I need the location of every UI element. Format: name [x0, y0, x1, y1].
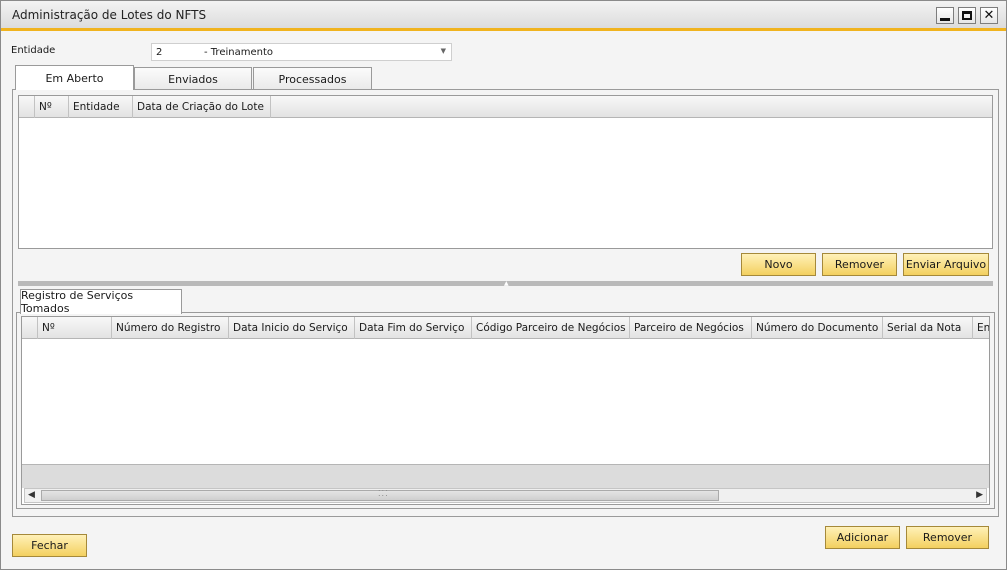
chevron-down-icon[interactable]: ▼: [441, 47, 446, 55]
column-header[interactable]: Serial da Nota: [883, 317, 973, 339]
entity-select[interactable]: 2 - Treinamento ▼: [151, 43, 452, 61]
minimize-icon: [940, 17, 950, 21]
services-grid[interactable]: Nº Número do Registro Data Inicio do Ser…: [21, 316, 990, 505]
close-window-button[interactable]: Fechar: [12, 534, 87, 557]
minimize-button[interactable]: [936, 7, 954, 24]
column-header[interactable]: Entidade: [69, 96, 133, 118]
scroll-left-icon[interactable]: ◀: [28, 490, 35, 500]
title-bar[interactable]: Administração de Lotes do NFTS ✕: [1, 1, 1006, 31]
tab-label: Registro de Serviços Tomados: [21, 289, 134, 315]
tab-label: Processados: [278, 72, 347, 86]
entity-code: 2: [156, 47, 163, 58]
send-file-button[interactable]: Enviar Arquivo: [903, 253, 989, 276]
scroll-right-icon[interactable]: ▶: [976, 490, 983, 500]
panel-splitter[interactable]: ▲: [18, 280, 993, 287]
column-header[interactable]: Nº: [38, 317, 112, 339]
tab-registro-servicos[interactable]: Registro de Serviços Tomados: [20, 289, 182, 315]
entity-name: - Treinamento: [204, 47, 273, 58]
nfts-batch-window: Administração de Lotes do NFTS ✕ Entidad…: [0, 0, 1007, 570]
tab-label: Enviados: [168, 72, 218, 86]
grip-dots-icon: ⁚⁚⁚: [378, 489, 389, 498]
column-header[interactable]: Data Fim do Serviço: [355, 317, 472, 339]
tab-em-aberto[interactable]: Em Aberto: [15, 65, 134, 90]
column-header[interactable]: Código Parceiro de Negócios: [472, 317, 630, 339]
tab-enviados[interactable]: Enviados: [134, 67, 252, 90]
grid-header: Nº Entidade Data de Criação do Lote: [19, 96, 992, 118]
column-header[interactable]: En: [973, 317, 989, 339]
batch-grid[interactable]: Nº Entidade Data de Criação do Lote: [18, 95, 993, 249]
row-selector-header[interactable]: [22, 317, 38, 339]
grid-footer-row: [22, 464, 989, 488]
remove-batch-button[interactable]: Remover: [822, 253, 897, 276]
maximize-icon: [962, 11, 972, 20]
window-title: Administração de Lotes do NFTS: [12, 8, 207, 22]
column-header[interactable]: Número do Documento: [752, 317, 883, 339]
horizontal-scrollbar[interactable]: ◀ ⁚⁚⁚ ▶: [24, 488, 987, 503]
new-button[interactable]: Novo: [741, 253, 816, 276]
row-selector-header[interactable]: [19, 96, 35, 118]
tab-processados[interactable]: Processados: [253, 67, 372, 90]
close-icon: ✕: [983, 8, 995, 23]
add-button[interactable]: Adicionar: [825, 526, 900, 549]
entity-label: Entidade: [11, 45, 56, 56]
splitter-grip-icon: ▲: [504, 280, 509, 287]
close-button[interactable]: ✕: [980, 7, 998, 24]
column-header[interactable]: Data de Criação do Lote: [133, 96, 271, 118]
column-header[interactable]: Número do Registro: [112, 317, 229, 339]
column-header[interactable]: Data Inicio do Serviço: [229, 317, 355, 339]
remove-button[interactable]: Remover: [906, 526, 989, 549]
column-header[interactable]: Nº: [35, 96, 69, 118]
tab-label: Em Aberto: [45, 71, 104, 85]
grid-header: Nº Número do Registro Data Inicio do Ser…: [22, 317, 989, 339]
scrollbar-thumb[interactable]: ⁚⁚⁚: [41, 489, 719, 501]
column-header[interactable]: Parceiro de Negócios: [630, 317, 752, 339]
maximize-button[interactable]: [958, 7, 976, 24]
